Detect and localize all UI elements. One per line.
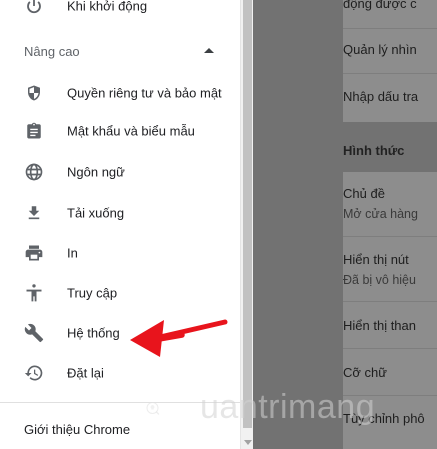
wrench-icon [24,323,44,343]
row-startup-partial: động được c [343,0,417,11]
scroll-down-arrow-icon[interactable] [244,440,252,445]
row-import-bookmarks[interactable]: Nhập dấu tra [343,89,418,104]
drawer-item-label: Hệ thống [67,325,120,341]
drawer-item-label: Đặt lại [67,365,104,381]
power-icon [24,0,44,16]
row-theme-sub: Mở cửa hàng [343,207,418,221]
row-manage-search[interactable]: Quản lý nhìn [343,42,417,57]
drawer-item-label: Ngôn ngữ [67,164,125,180]
accessibility-icon [24,283,44,303]
restore-icon [24,363,44,383]
drawer-item-label: Khi khởi động [67,0,148,14]
drawer-item-label: Tải xuống [67,205,125,221]
row-home-button-sub: Đã bị vô hiệu [343,273,416,287]
download-icon [24,203,44,223]
printer-icon [24,243,44,263]
chevron-up-icon [204,48,214,53]
drawer-item-languages[interactable]: Ngôn ngữ [0,150,240,194]
row-theme[interactable]: Chủ đề [343,186,385,201]
section-appearance-title: Hình thức [343,143,405,158]
row-font-size[interactable]: Cỡ chữ [343,365,387,380]
drawer-item-downloads[interactable]: Tải xuống [0,191,240,235]
card-top: động được c Quản lý nhìn Nhập dấu tra [343,0,437,122]
row-bookmarks-bar[interactable]: Hiển thị than [343,318,416,333]
drawer-item-printing[interactable]: In [0,231,240,275]
scrollbar-thumb[interactable] [243,0,252,428]
drawer-item-label: Truy cập [67,285,118,301]
shield-icon [24,83,44,103]
drawer-item-about-chrome[interactable]: Giới thiệu Chrome [24,422,130,437]
drawer-item-passwords[interactable]: Mật khẩu và biểu mẫu [0,109,240,153]
drawer-item-label: Mật khẩu và biểu mẫu [67,123,195,139]
annotation-arrow-icon [130,319,228,357]
drawer-scrollbar[interactable] [240,0,253,449]
drawer-item-label: In [67,245,78,261]
row-home-button[interactable]: Hiển thị nút [343,252,409,267]
advanced-section-toggle[interactable]: Nâng cao [24,44,224,62]
advanced-section-label: Nâng cao [24,44,80,59]
clipboard-icon [24,121,44,141]
drawer-item-on-startup[interactable]: Khi khởi động [0,0,240,28]
drawer-item-label: Quyền riêng tư và bảo mật [67,85,222,101]
globe-icon [24,162,44,182]
watermark-lightbulb-icon [146,402,160,415]
watermark-text: uantrimang [200,388,376,426]
settings-content-dimmed: động được c Quản lý nhìn Nhập dấu tra Hì… [253,0,437,449]
